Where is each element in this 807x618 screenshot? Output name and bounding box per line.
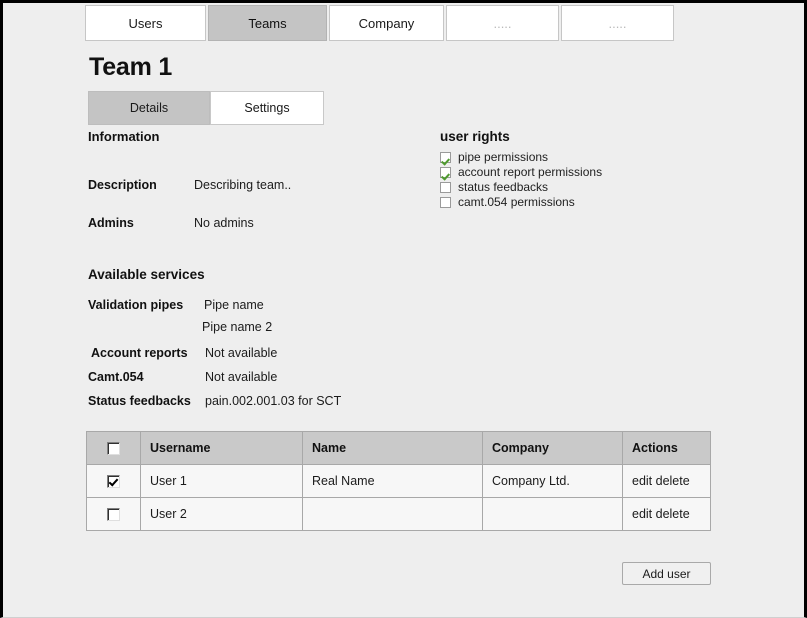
users-table: Username Name Company Actions User 1 Rea…	[86, 431, 711, 531]
status-feedbacks-row: Status feedbacks pain.002.001.03 for SCT	[88, 394, 341, 408]
admins-row: Admins No admins	[88, 216, 254, 230]
validation-pipes-row-2: Pipe name 2	[202, 320, 272, 334]
cell-username: User 1	[140, 464, 303, 498]
user-rights-heading: user rights	[440, 129, 510, 144]
checkbox-icon[interactable]	[440, 167, 451, 178]
user-right-pipe-permissions[interactable]: pipe permissions	[440, 150, 602, 165]
checkbox-icon[interactable]	[440, 182, 451, 193]
checkbox-icon[interactable]	[440, 197, 451, 208]
cell-actions[interactable]: edit delete	[622, 497, 711, 531]
description-row: Description Describing team..	[88, 178, 291, 192]
camt054-label: Camt.054	[88, 370, 144, 384]
tab-placeholder-2-label: .....	[608, 15, 627, 31]
checkbox-icon[interactable]	[107, 475, 120, 489]
admins-value: No admins	[194, 216, 254, 230]
page-title: Team 1	[89, 53, 173, 81]
tab-company-label: Company	[358, 15, 415, 31]
select-all-header	[86, 431, 141, 465]
tab-users[interactable]: Users	[85, 5, 206, 41]
information-heading: Information	[88, 129, 160, 144]
main-tab-bar: Users Teams Company ..... .....	[85, 5, 674, 41]
validation-pipes-row: Validation pipes Pipe name	[88, 298, 264, 312]
add-user-button[interactable]: Add user	[622, 562, 711, 585]
users-table-head: Username Name Company Actions	[86, 431, 711, 465]
cell-name	[302, 497, 483, 531]
column-header-company[interactable]: Company	[482, 431, 623, 465]
camt054-value: Not available	[205, 370, 278, 384]
column-header-username[interactable]: Username	[140, 431, 303, 465]
status-feedbacks-label: Status feedbacks	[88, 394, 191, 408]
tab-placeholder-1-label: .....	[493, 15, 512, 31]
sub-tab-bar: Details Settings	[88, 91, 324, 125]
cell-name: Real Name	[302, 464, 483, 498]
validation-pipes-label: Validation pipes	[88, 298, 184, 312]
tab-settings[interactable]: Settings	[210, 91, 324, 125]
cell-company: Company Ltd.	[482, 464, 623, 498]
column-header-name[interactable]: Name	[302, 431, 483, 465]
tab-teams[interactable]: Teams	[208, 5, 327, 41]
table-header-row: Username Name Company Actions	[86, 431, 711, 465]
cell-company	[482, 497, 623, 531]
user-right-camt054-permissions[interactable]: camt.054 permissions	[440, 195, 602, 210]
tab-placeholder-1[interactable]: .....	[446, 5, 559, 41]
user-right-label: camt.054 permissions	[458, 195, 575, 209]
description-value: Describing team..	[194, 178, 292, 192]
user-right-label: account report permissions	[458, 165, 603, 179]
checkbox-icon[interactable]	[107, 508, 120, 522]
row-select-cell	[86, 464, 141, 498]
tab-teams-label: Teams	[248, 15, 287, 31]
account-reports-label: Account reports	[91, 346, 188, 360]
account-reports-row: Account reports Not available	[88, 346, 277, 360]
tab-company[interactable]: Company	[329, 5, 444, 41]
validation-pipes-value-2: Pipe name 2	[202, 320, 273, 334]
table-row[interactable]: User 1 Real Name Company Ltd. edit delet…	[86, 464, 711, 498]
user-right-account-report-permissions[interactable]: account report permissions	[440, 165, 602, 180]
account-reports-value: Not available	[205, 346, 278, 360]
camt054-row: Camt.054 Not available	[88, 370, 277, 384]
checkbox-icon[interactable]	[440, 152, 451, 163]
cell-username: User 2	[140, 497, 303, 531]
users-table-body: User 1 Real Name Company Ltd. edit delet…	[86, 464, 711, 531]
user-right-label: pipe permissions	[458, 150, 549, 164]
user-right-label: status feedbacks	[458, 180, 549, 194]
validation-pipes-value-1: Pipe name	[204, 298, 264, 312]
user-rights-list: pipe permissions account report permissi…	[440, 150, 602, 210]
row-select-cell	[86, 497, 141, 531]
page-root: Users Teams Company ..... ..... Team 1 D…	[0, 0, 807, 618]
tab-settings-label: Settings	[244, 101, 290, 115]
description-label: Description	[88, 178, 157, 192]
table-row[interactable]: User 2 edit delete	[86, 497, 711, 531]
tab-details-label: Details	[129, 101, 169, 115]
checkbox-icon[interactable]	[107, 442, 120, 456]
tab-details[interactable]: Details	[88, 91, 210, 125]
admins-label: Admins	[88, 216, 134, 230]
column-header-actions[interactable]: Actions	[622, 431, 711, 465]
available-services-heading: Available services	[88, 267, 205, 282]
user-right-status-feedbacks[interactable]: status feedbacks	[440, 180, 602, 195]
status-feedbacks-value: pain.002.001.03 for SCT	[205, 394, 342, 408]
tab-users-label: Users	[128, 15, 163, 31]
tab-placeholder-2[interactable]: .....	[561, 5, 674, 41]
cell-actions[interactable]: edit delete	[622, 464, 711, 498]
